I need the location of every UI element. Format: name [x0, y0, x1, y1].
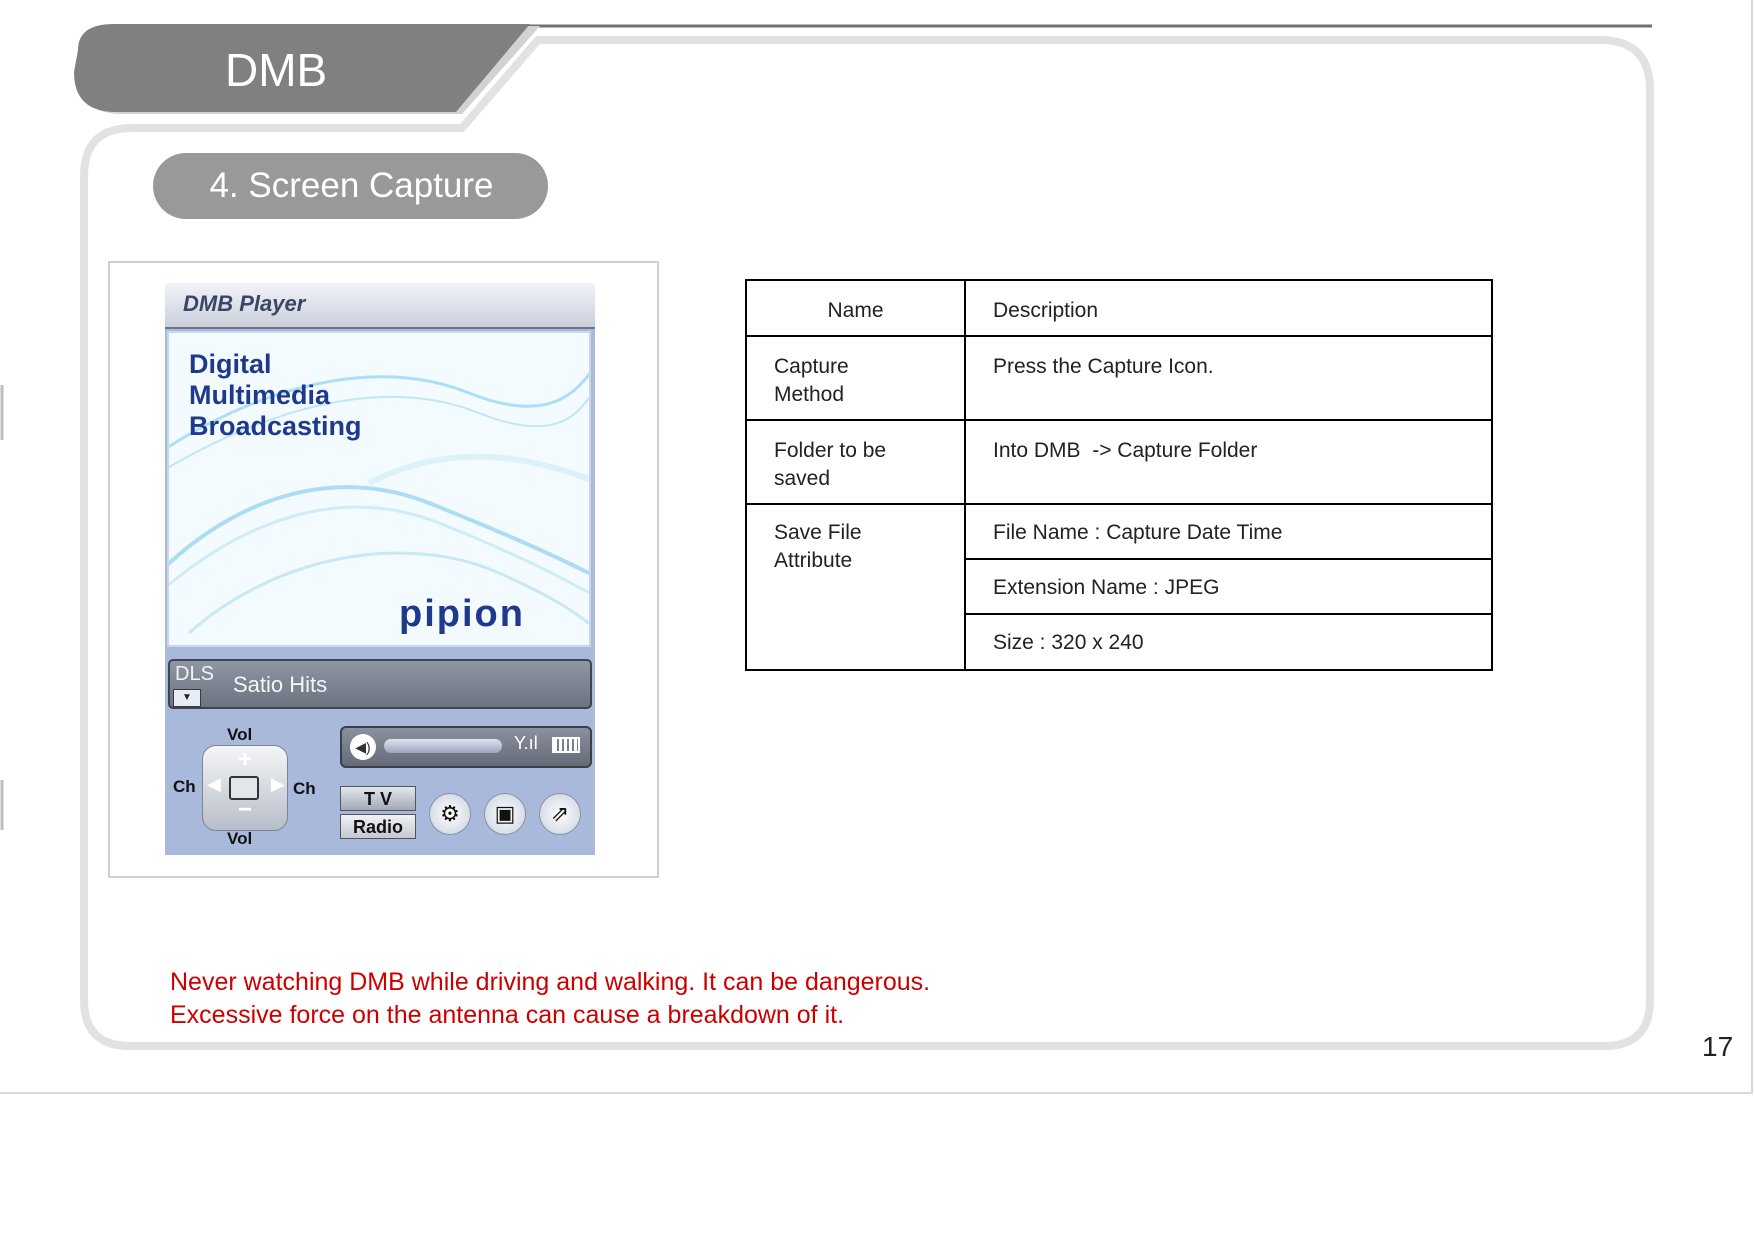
- headline-line: Broadcasting: [189, 411, 362, 441]
- dls-dropdown-icon[interactable]: ▼: [173, 689, 201, 707]
- dls-bar: DLS ▼ Satio Hits: [168, 659, 592, 709]
- vol-label-bottom: Vol: [227, 829, 253, 848]
- page-number: 17: [1702, 1031, 1734, 1062]
- row-description: Press the Capture Icon.: [993, 355, 1214, 378]
- ch-label-right: Ch: [293, 779, 316, 798]
- headline-line: Digital: [189, 349, 272, 379]
- ch-next-icon[interactable]: ▶: [271, 774, 285, 795]
- dmb-player-titlebar: DMB Player: [165, 283, 595, 329]
- status-bar: ◀) Y.ıl: [340, 726, 592, 768]
- volume-slider[interactable]: [384, 739, 502, 753]
- subsection-title: 4. Screen Capture: [153, 153, 548, 219]
- table-row: Capture Method Press the Capture Icon.: [745, 335, 1493, 421]
- row-description: File Name : Capture Date Time: [993, 521, 1283, 544]
- vol-up-icon[interactable]: +: [203, 746, 287, 774]
- headline-line: Multimedia: [189, 380, 331, 410]
- vol-label-top: Vol: [227, 725, 253, 744]
- splash-headline: Digital Multimedia Broadcasting: [189, 349, 362, 442]
- signal-icon: Y.ıl: [514, 733, 538, 753]
- expand-icon[interactable]: ⇗: [539, 793, 581, 835]
- table-row: Save File Attribute File Name : Capture …: [745, 503, 1493, 671]
- warning-line: Excessive force on the antenna can cause…: [170, 1001, 845, 1029]
- warning-line: Never watching DMB while driving and wal…: [170, 968, 931, 996]
- ch-label-left: Ch: [173, 777, 196, 796]
- capture-camera-icon[interactable]: ▣: [484, 793, 526, 835]
- row-description: Size : 320 x 240: [993, 631, 1144, 654]
- row-name: Save File Attribute: [774, 521, 862, 572]
- tv-mode-button[interactable]: T V: [340, 786, 416, 811]
- settings-gear-icon[interactable]: ⚙: [429, 793, 471, 835]
- row-name: Capture Method: [774, 355, 849, 406]
- section-title: DMB: [225, 44, 328, 96]
- row-name: Folder to be saved: [774, 439, 887, 490]
- row-description: Extension Name : JPEG: [993, 576, 1220, 599]
- radio-mode-button[interactable]: Radio: [340, 814, 416, 839]
- header-description: Description: [993, 299, 1099, 322]
- dmb-splash-art: Digital Multimedia Broadcasting pipion: [167, 331, 591, 647]
- speaker-icon[interactable]: ◀): [350, 734, 376, 760]
- dmb-player-title: DMB Player: [183, 291, 306, 316]
- dmb-player-screenshot: DMB Player Digital Multimedia Broadcasti…: [165, 283, 595, 855]
- row-description: Into DMB -> Capture Folder: [993, 439, 1258, 462]
- capture-info-table: Name Description Capture Method Press th…: [745, 279, 1493, 671]
- dls-text: Satio Hits: [233, 672, 328, 697]
- header-name: Name: [827, 299, 884, 322]
- vol-down-icon[interactable]: −: [203, 796, 287, 824]
- table-row: Folder to be saved Into DMB -> Capture F…: [745, 419, 1493, 505]
- ch-prev-icon[interactable]: ◀: [207, 774, 221, 795]
- brand-logo: pipion: [399, 593, 525, 635]
- dls-tag: DLS: [175, 663, 214, 685]
- table-header-row: Name Description: [745, 279, 1493, 337]
- dpad-control[interactable]: + ◀ ▶ −: [202, 745, 288, 831]
- battery-icon: [552, 737, 580, 753]
- warning-notes: Never watching DMB while driving and wal…: [170, 966, 930, 1032]
